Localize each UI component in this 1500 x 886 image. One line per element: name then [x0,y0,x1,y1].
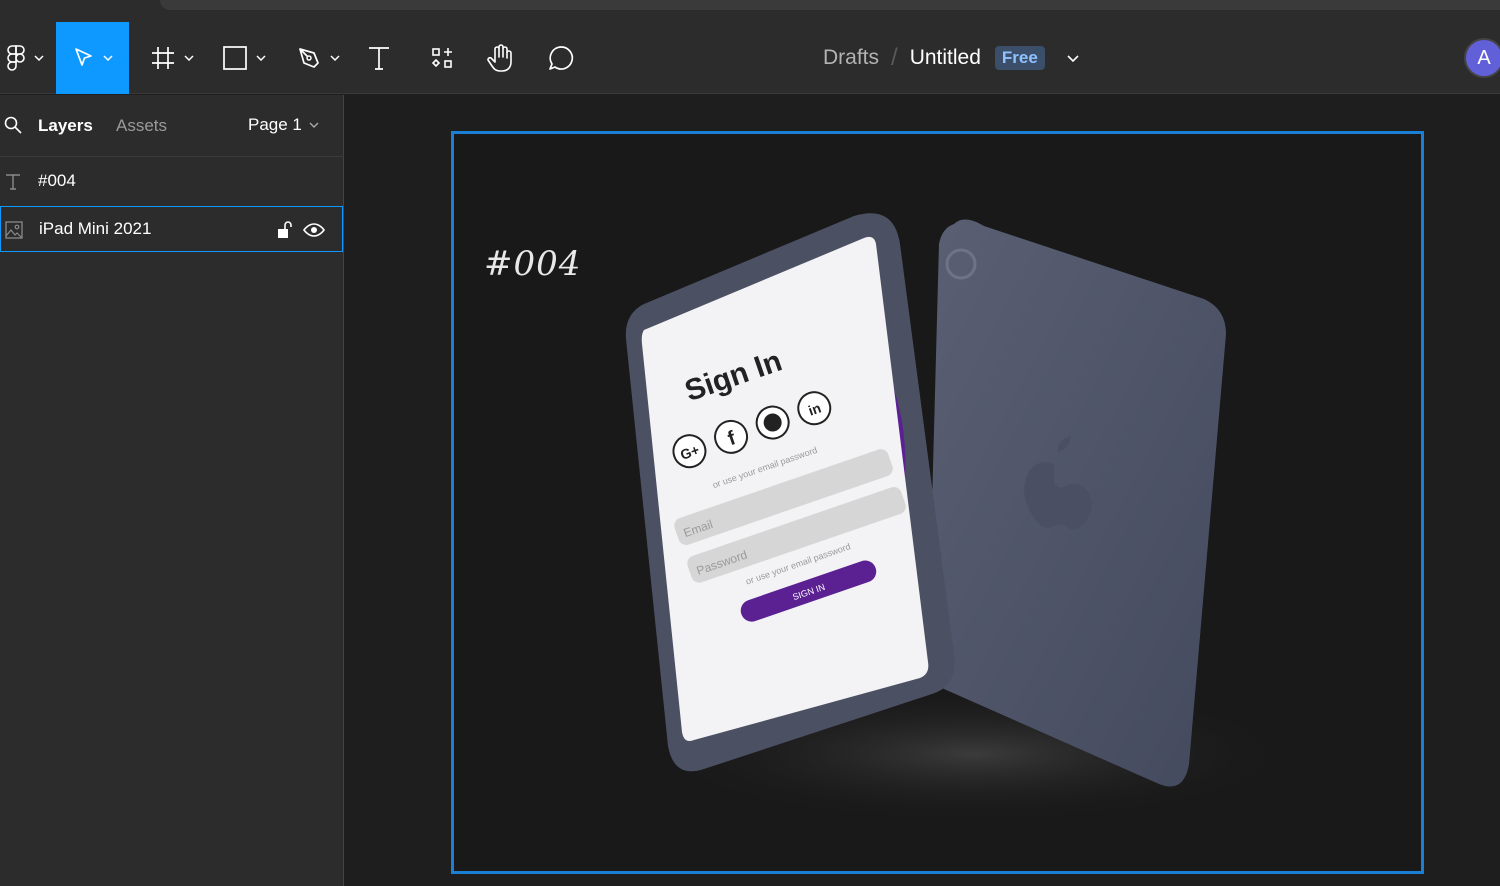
layer-label: iPad Mini 2021 [39,219,152,238]
chevron-down-icon [330,55,340,61]
text-tool-button[interactable] [362,22,396,94]
chevron-down-icon[interactable] [1067,54,1079,62]
page-selector[interactable]: Page 1 [248,115,319,135]
page-selector-label: Page 1 [248,115,302,134]
resources-tool-button[interactable] [426,22,458,94]
eye-icon[interactable] [303,222,325,238]
layer-row-text[interactable]: #004 [0,158,343,204]
avatar[interactable]: A [1464,38,1500,78]
tab-edge [160,0,1500,10]
pen-tool-button[interactable] [292,22,344,94]
ipad-mockup-image: Sign In G+ f in or use your email passwo… [625,213,1304,824]
chevron-down-icon [34,55,44,61]
breadcrumb-separator: / [891,44,898,71]
file-title[interactable]: Untitled [910,46,981,70]
figma-logo-icon [6,45,26,71]
hand-icon [487,43,515,73]
chevron-down-icon [309,122,319,128]
chevron-down-icon [256,55,266,61]
chevron-down-icon [102,55,113,61]
pen-icon [296,45,322,71]
chevron-down-icon [184,55,194,61]
selected-frame[interactable]: #004 Sign In G+ f in or use your email p… [451,131,1424,874]
tab-layers[interactable]: Layers [38,116,93,136]
frame-hash-icon [150,45,176,71]
toolbar [0,22,1500,94]
breadcrumb: Drafts / Untitled Free [823,22,1079,94]
breadcrumb-drafts[interactable]: Drafts [823,46,879,70]
layer-label: #004 [38,171,76,190]
text-icon [367,45,391,71]
panel-tabs: Layers Assets Page 1 [0,95,344,157]
tab-assets[interactable]: Assets [116,116,167,136]
rectangle-icon [222,45,248,71]
layers-panel: Layers Assets Page 1 #004 iPad Mini 2021 [0,95,344,886]
comment-tool-button[interactable] [544,22,578,94]
move-tool-button[interactable] [56,22,129,94]
image-layer-icon [5,221,23,239]
hand-tool-button[interactable] [484,22,518,94]
plan-badge: Free [994,46,1045,70]
browser-tab-strip [0,0,1500,22]
components-icon [430,46,454,70]
frame-tool-button[interactable] [146,22,198,94]
unlock-icon[interactable] [275,220,293,240]
shape-tool-button[interactable] [218,22,270,94]
comment-icon [547,44,575,72]
main-menu-button[interactable] [0,22,50,94]
pointer-icon [73,47,95,69]
layer-row-image[interactable]: iPad Mini 2021 [0,206,343,252]
text-layer-icon [6,174,20,190]
search-icon[interactable] [4,116,22,134]
